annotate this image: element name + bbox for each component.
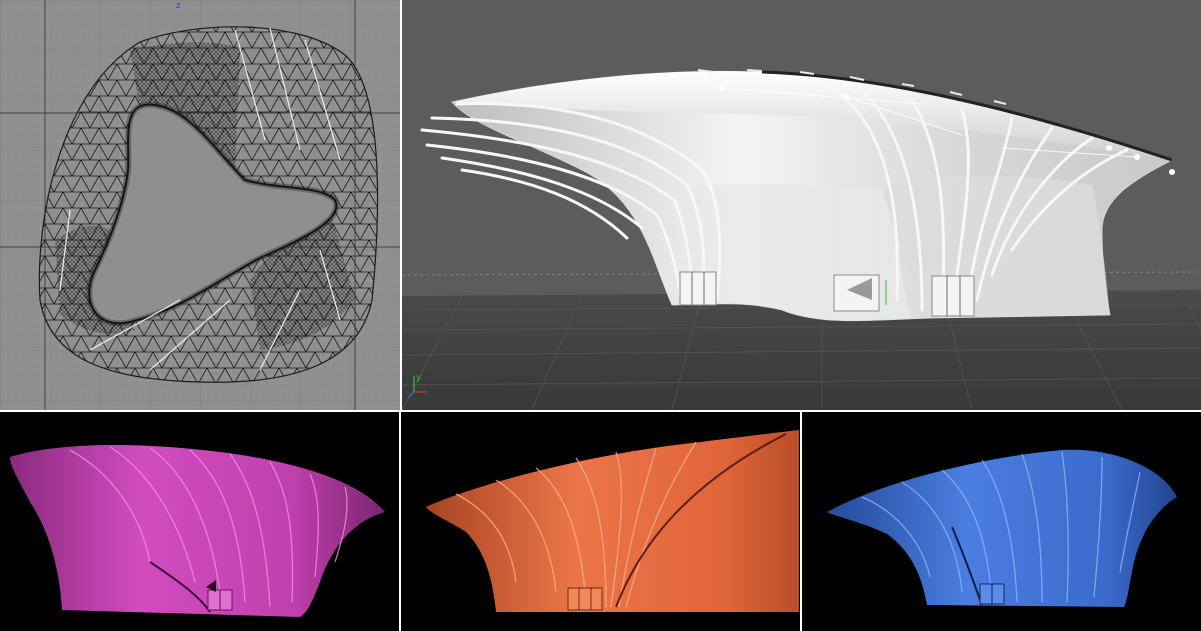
opening-right — [931, 275, 975, 317]
render-orange-canvas — [426, 430, 799, 612]
render-blue-canvas — [827, 449, 1177, 607]
render-magenta-canvas — [10, 445, 385, 617]
render-preview-orange — [401, 412, 800, 631]
persp-axis-label-y: y — [416, 373, 422, 383]
top-axis-label: z — [176, 1, 181, 11]
render-preview-blue — [802, 412, 1201, 631]
shell-render-magenta — [10, 445, 385, 617]
opening-left — [679, 271, 717, 306]
shell-render-blue — [827, 449, 1177, 607]
perspective-viewport-canvas: y — [402, 0, 1201, 410]
perspective-viewport[interactable]: y — [402, 0, 1201, 410]
render-preview-magenta — [0, 412, 399, 631]
top-viewport[interactable]: z — [0, 0, 400, 410]
top-viewport-canvas: z — [0, 0, 400, 410]
